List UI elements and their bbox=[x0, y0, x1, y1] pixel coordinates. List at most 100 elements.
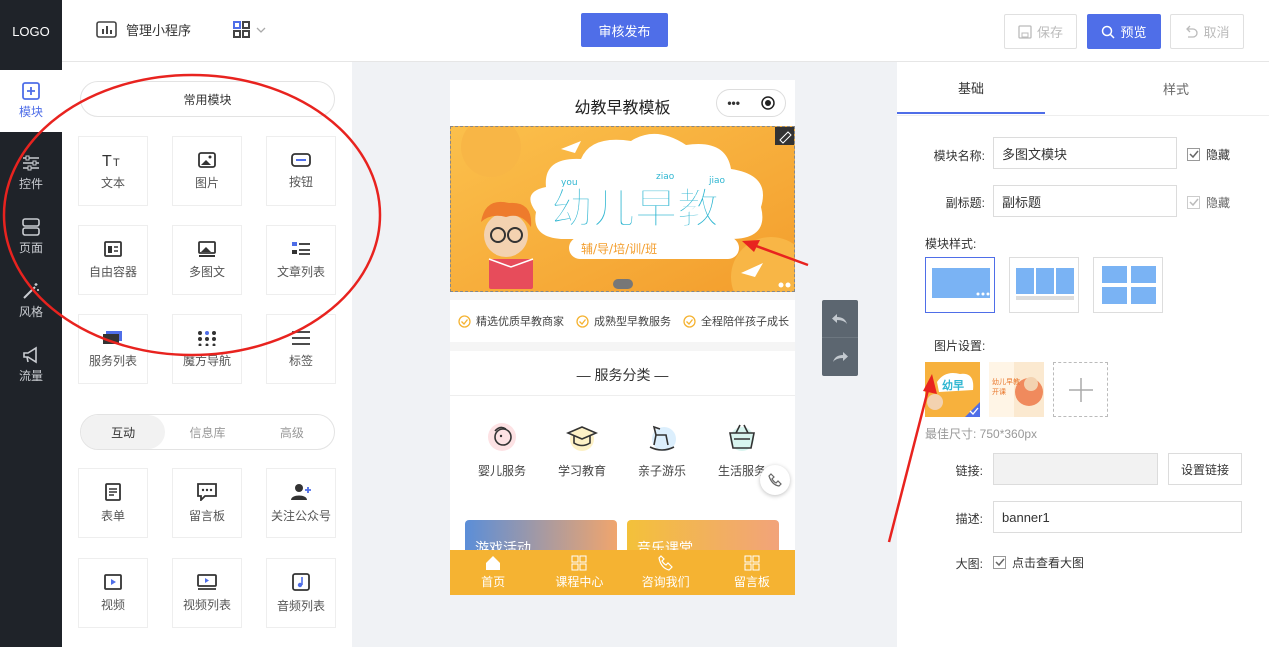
logo: LOGO bbox=[0, 0, 62, 62]
video-list-icon bbox=[197, 573, 217, 590]
module-video-list[interactable]: 视频列表 bbox=[172, 558, 242, 628]
save-label: 保存 bbox=[1036, 25, 1063, 40]
rocking-horse-icon bbox=[649, 425, 676, 451]
feature-item: 全程陪伴孩子成长 bbox=[683, 313, 789, 329]
module-message-board[interactable]: 留言板 bbox=[172, 468, 242, 538]
big-image-label: 大图: bbox=[955, 557, 983, 571]
layout-option-four[interactable] bbox=[1093, 257, 1163, 313]
phone-tabbar: 首页 课程中心 咨询我们 留言板 bbox=[450, 550, 795, 595]
module-category-tabs: 互动 信息库 高级 bbox=[80, 414, 335, 450]
more-icon: ••• bbox=[727, 96, 740, 110]
hide-label: 隐藏 bbox=[1206, 148, 1231, 162]
link-input[interactable] bbox=[993, 453, 1158, 485]
tab-basic[interactable]: 基础 bbox=[897, 62, 1045, 114]
save-button[interactable]: 保存 bbox=[1004, 14, 1077, 49]
svg-text:幼早: 幼早 bbox=[942, 378, 964, 392]
module-form[interactable]: 表单 bbox=[78, 468, 148, 538]
manage-label: 管理小程序 bbox=[126, 23, 192, 38]
module-follow-account[interactable]: 关注公众号 bbox=[266, 468, 336, 538]
phone-preview: 幼教早教模板 ••• you ziao jiao 幼儿早教 辅/导/培/训/班 bbox=[450, 80, 795, 595]
redo-arrow-icon bbox=[833, 352, 848, 362]
tab-home[interactable]: 首页 bbox=[450, 550, 536, 595]
tab-label: 留言板 bbox=[733, 575, 770, 589]
tab-contact[interactable]: 咨询我们 bbox=[623, 550, 709, 595]
tab-advanced[interactable]: 高级 bbox=[250, 415, 334, 449]
check-circle-icon bbox=[458, 314, 471, 328]
tab-courses[interactable]: 课程中心 bbox=[536, 550, 622, 595]
module-style-label: 模块样式: bbox=[925, 237, 977, 251]
form-icon bbox=[105, 482, 121, 501]
home-icon bbox=[486, 556, 501, 570]
service-item-education[interactable]: 学习教育 bbox=[547, 421, 617, 479]
manage-miniprogram-link[interactable]: 管理小程序 bbox=[96, 20, 191, 39]
module-label: 音频列表 bbox=[276, 598, 325, 613]
tab-messages[interactable]: 留言板 bbox=[709, 550, 795, 595]
module-label: 视频 bbox=[100, 597, 125, 612]
baby-icon bbox=[488, 423, 516, 451]
hide-checkbox-1[interactable]: 隐藏 bbox=[1187, 146, 1230, 163]
plus-icon bbox=[1068, 377, 1093, 402]
service-title-text: 服务分类 bbox=[594, 367, 651, 383]
module-name-input[interactable]: 多图文模块 bbox=[993, 137, 1177, 169]
set-link-button[interactable]: 设置链接 bbox=[1168, 453, 1242, 485]
module-name-label: 模块名称: bbox=[933, 149, 985, 163]
feature-label: 全程陪伴孩子成长 bbox=[701, 316, 789, 328]
phone-icon bbox=[657, 555, 673, 571]
chart-window-icon bbox=[96, 21, 117, 38]
layout-option-three[interactable] bbox=[1009, 257, 1079, 313]
undo-redo-panel bbox=[822, 300, 858, 376]
module-audio-list[interactable]: 音频列表 bbox=[266, 558, 336, 628]
feature-item: 精选优质早教商家 bbox=[458, 313, 564, 329]
preview-button[interactable]: 预览 bbox=[1087, 14, 1161, 49]
phone-header: 幼教早教模板 ••• bbox=[450, 80, 795, 126]
service-label: 婴儿服务 bbox=[477, 464, 526, 478]
top-bar: LOGO 管理小程序 审核发布 保存 预览 取消 bbox=[0, 0, 1269, 62]
phone-float-button[interactable] bbox=[760, 465, 790, 495]
module-video[interactable]: 视频 bbox=[78, 558, 148, 628]
hide-checkbox-2[interactable]: 隐藏 bbox=[1187, 194, 1230, 211]
description-input[interactable]: banner1 bbox=[993, 501, 1242, 533]
hide-label: 隐藏 bbox=[1206, 196, 1231, 210]
thumbnail-photo-icon: 幼儿早教开课 bbox=[989, 362, 1044, 417]
undo-button[interactable] bbox=[822, 300, 858, 338]
layout-option-single[interactable] bbox=[925, 257, 995, 313]
big-image-checkbox[interactable]: 点击查看大图 bbox=[993, 554, 1084, 571]
publish-button[interactable]: 审核发布 bbox=[581, 13, 668, 47]
banner-main-text: 幼儿早教 bbox=[551, 184, 719, 233]
feature-label: 成熟型早教服务 bbox=[594, 316, 671, 328]
annotation-arrow-thumb bbox=[887, 374, 937, 543]
save-icon bbox=[1018, 24, 1032, 39]
image-thumb-2[interactable]: 幼儿早教 开课 bbox=[989, 362, 1044, 417]
banner-pinyin: ziao bbox=[656, 172, 675, 182]
undo-arrow-icon bbox=[832, 313, 847, 324]
tab-info-library[interactable]: 信息库 bbox=[165, 415, 249, 449]
message-board-icon bbox=[197, 482, 217, 501]
tab-interact[interactable]: 互动 bbox=[81, 415, 166, 449]
add-image-button[interactable] bbox=[1053, 362, 1108, 417]
divider bbox=[450, 395, 795, 396]
service-label: 学习教育 bbox=[557, 464, 606, 478]
check-circle-icon bbox=[576, 314, 589, 328]
video-icon bbox=[104, 573, 122, 590]
target-icon bbox=[760, 96, 775, 110]
feature-item: 成熟型早教服务 bbox=[576, 313, 671, 329]
checkbox-checked-icon bbox=[1187, 196, 1200, 209]
tab-label: 课程中心 bbox=[555, 575, 604, 589]
grid-icon bbox=[233, 21, 250, 38]
cancel-button[interactable]: 取消 bbox=[1170, 14, 1244, 49]
subtitle-label: 副标题: bbox=[945, 196, 985, 210]
service-item-play[interactable]: 亲子游乐 bbox=[627, 421, 697, 479]
app-switcher[interactable] bbox=[233, 21, 266, 38]
subtitle-input[interactable]: 副标题 bbox=[993, 185, 1177, 217]
phone-icon bbox=[768, 473, 782, 487]
tab-label: 咨询我们 bbox=[641, 575, 690, 589]
capsule-menu[interactable]: ••• bbox=[716, 89, 786, 117]
tab-style[interactable]: 样式 bbox=[1102, 62, 1250, 114]
follow-user-icon bbox=[291, 483, 311, 500]
annotation-ellipse bbox=[2, 73, 382, 357]
redo-button[interactable] bbox=[822, 338, 858, 376]
search-icon bbox=[1102, 25, 1116, 39]
service-item-baby[interactable]: 婴儿服务 bbox=[467, 421, 537, 479]
chevron-down-icon bbox=[256, 27, 266, 33]
checkbox-checked-icon bbox=[993, 556, 1006, 569]
